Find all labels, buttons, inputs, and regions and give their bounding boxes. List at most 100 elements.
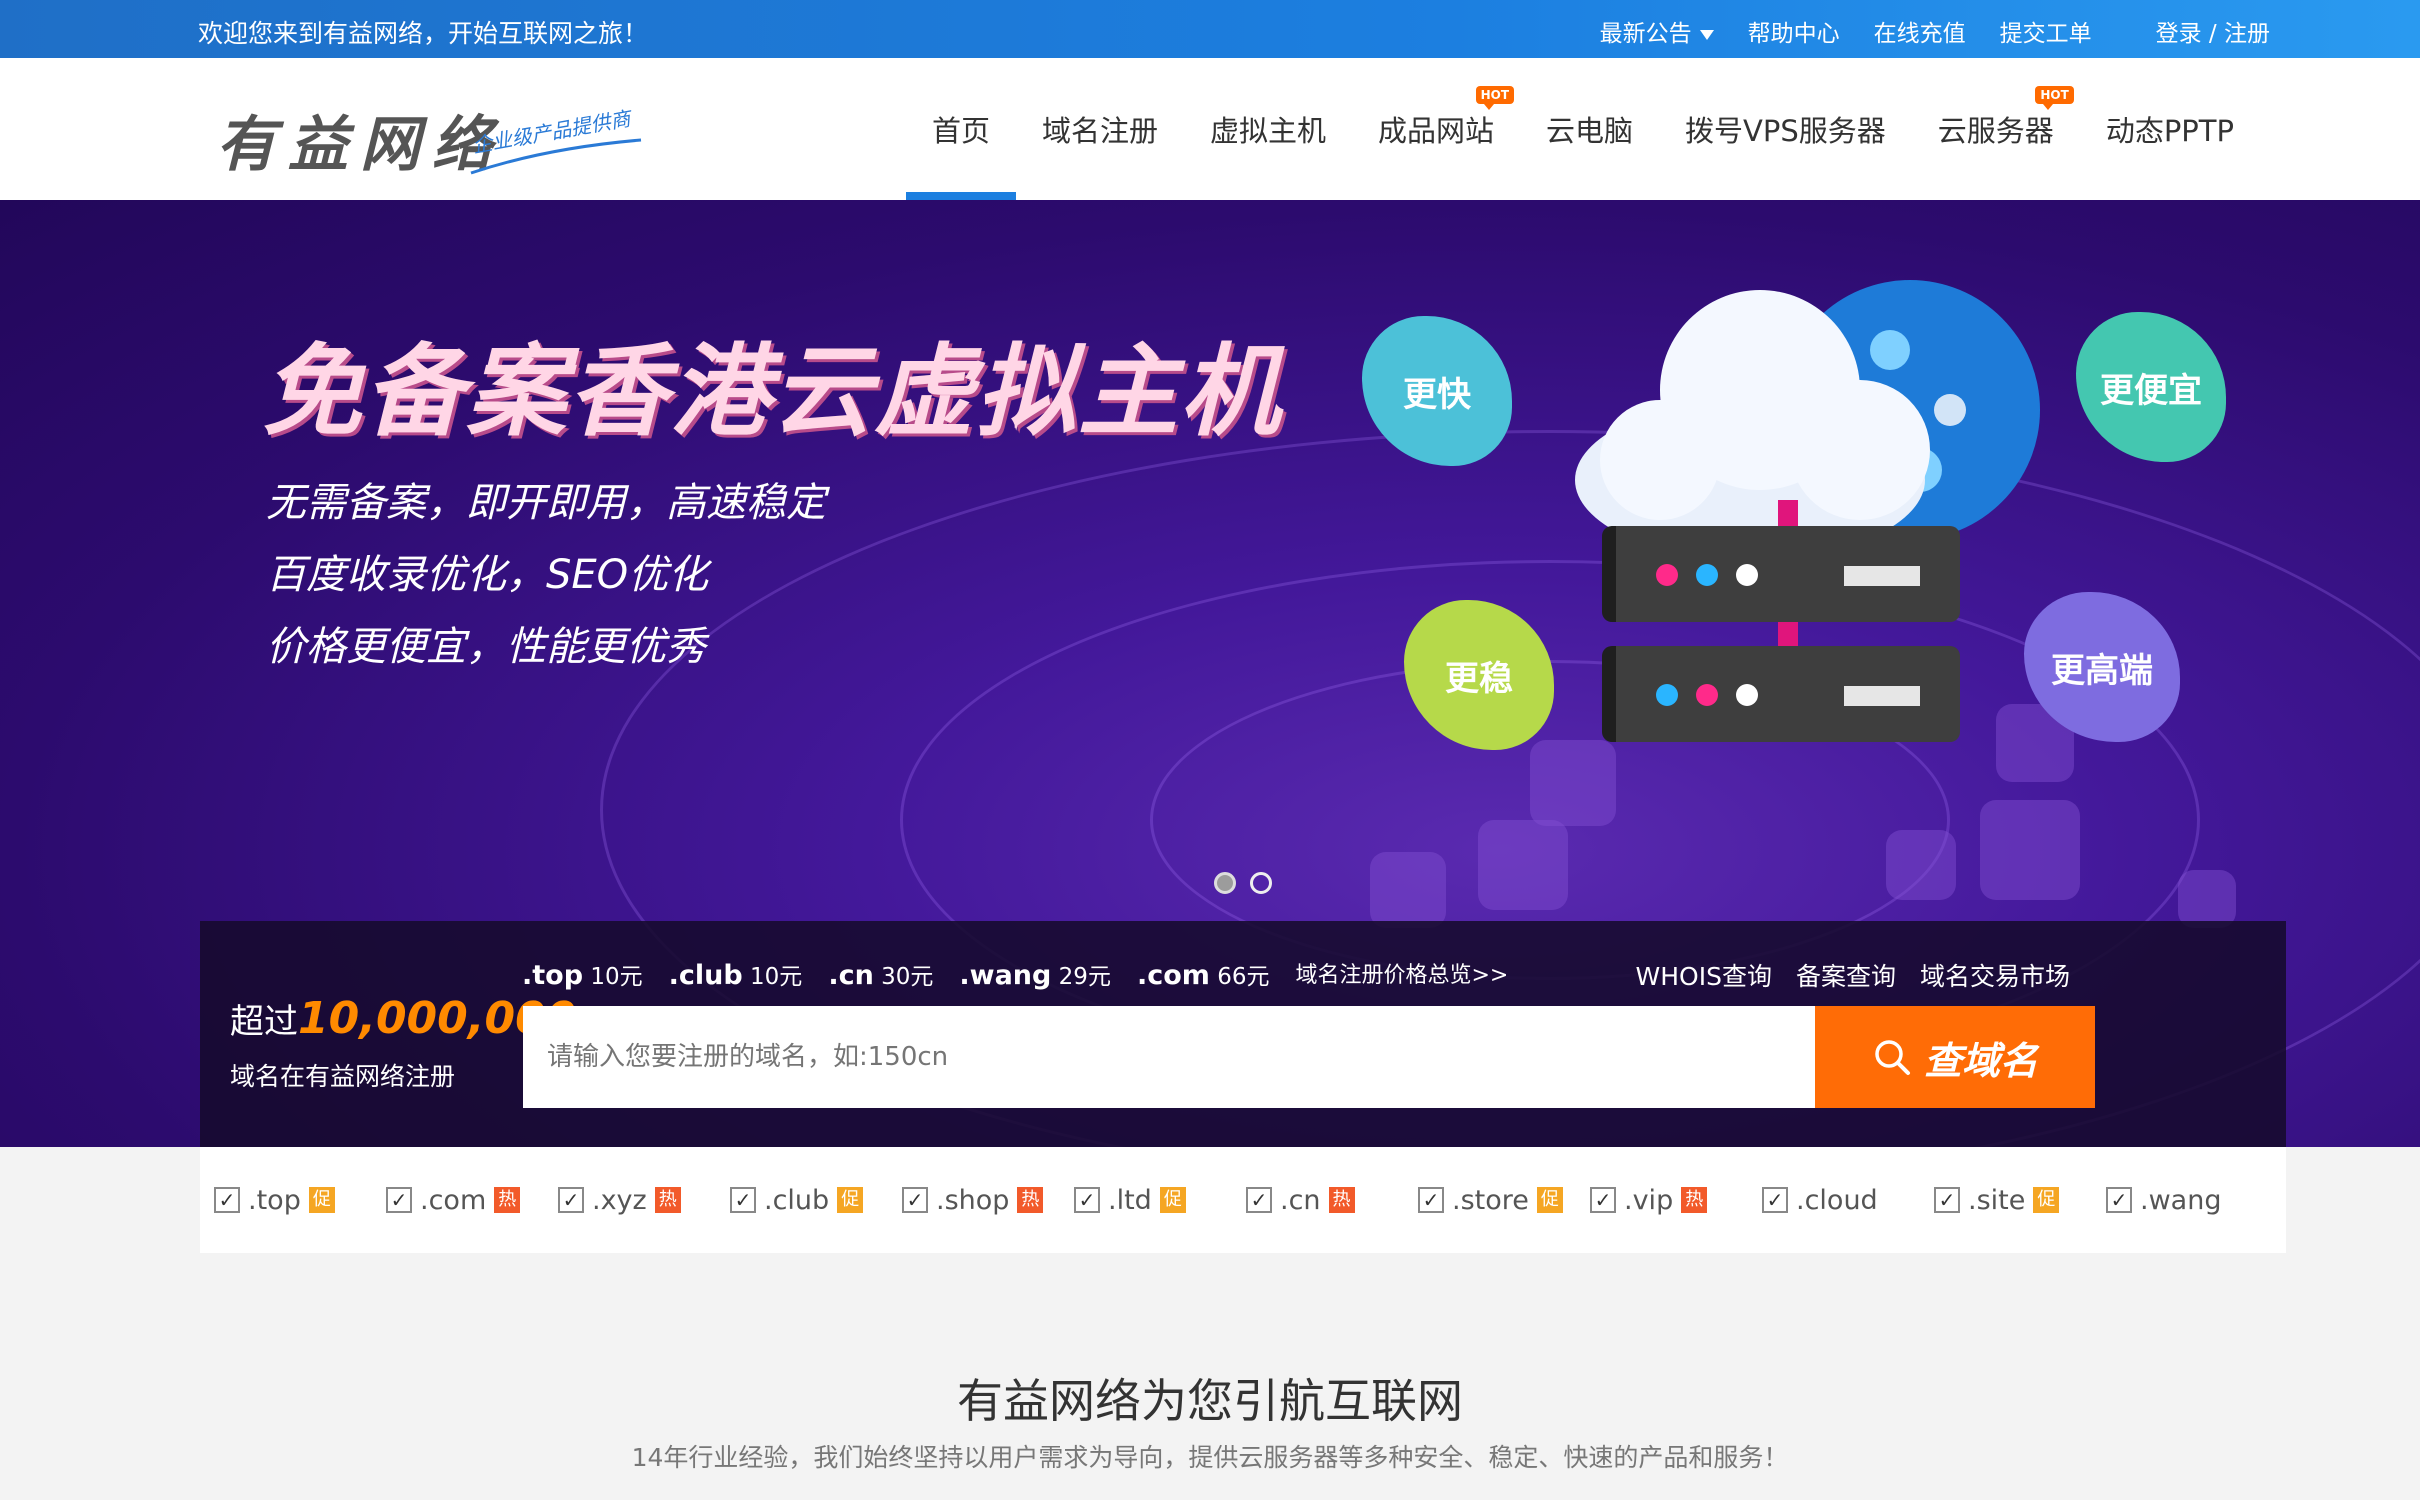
checkbox-checked-icon[interactable]: ✓ (2106, 1187, 2132, 1213)
checkbox-checked-icon[interactable]: ✓ (1934, 1187, 1960, 1213)
domain-prices: .top 10元 .club 10元 .cn 30元 .wang 29元 .co… (522, 957, 1508, 991)
whois-link[interactable]: WHOIS查询 (1636, 957, 1772, 993)
deco-square (1886, 830, 1956, 900)
main-nav: 首页 域名注册 虚拟主机 成品网站 HOT 云电脑 拨号VPS服务器 云服务器 HO… (905, 58, 2260, 200)
nav-hosting[interactable]: 虚拟主机 (1184, 58, 1352, 200)
led-icon (1656, 564, 1678, 586)
checkbox-checked-icon[interactable]: ✓ (1590, 1187, 1616, 1213)
carousel-dot-2[interactable] (1250, 872, 1272, 894)
suffix-top[interactable]: ✓ .top 促 (200, 1185, 372, 1216)
domain-search-input[interactable] (523, 1006, 1815, 1108)
nav-home[interactable]: 首页 (905, 58, 1017, 200)
banner-line: 百度收录优化，SEO优化 (266, 552, 709, 598)
nav-websites[interactable]: 成品网站 HOT (1352, 58, 1520, 200)
section-title: 有益网络为您引航互联网 (957, 1374, 1463, 1428)
suffix-wang[interactable]: ✓ .wang (2092, 1185, 2264, 1216)
section-subtitle: 14年行业经验，我们始终坚持以用户需求为导向，提供云服务器等多种安全、稳定、快速… (631, 1443, 1789, 1472)
suffix-cn[interactable]: ✓ .cn 热 (1232, 1185, 1404, 1216)
checkbox-checked-icon[interactable]: ✓ (214, 1187, 240, 1213)
checkbox-checked-icon[interactable]: ✓ (1074, 1187, 1100, 1213)
banner-headline: 免备案香港云虚拟主机 (262, 333, 1282, 450)
top-bar: 欢迎您来到有益网络，开始互联网之旅！ 最新公告 帮助中心 在线充值 提交工单 登… (0, 0, 2420, 58)
promo-tag: 促 (2033, 1187, 2060, 1213)
hot-tag: 热 (1328, 1187, 1355, 1213)
led-icon (1656, 684, 1678, 706)
hot-badge: HOT (2035, 86, 2074, 110)
hot-badge: HOT (1475, 86, 1515, 110)
nav-cloud-pc[interactable]: 云电脑 (1520, 58, 1659, 200)
hot-tag: 热 (494, 1187, 521, 1213)
login-register-link[interactable]: 登录 / 注册 (2156, 14, 2270, 48)
deco-square (1530, 740, 1616, 826)
suffix-club[interactable]: ✓ .club 促 (716, 1185, 888, 1216)
led-icon (1736, 684, 1758, 706)
checkbox-checked-icon[interactable]: ✓ (902, 1187, 928, 1213)
recharge-link[interactable]: 在线充值 (1874, 14, 1966, 48)
submit-ticket-link[interactable]: 提交工单 (2000, 14, 2092, 48)
carousel-dot-1[interactable] (1214, 872, 1236, 894)
server-rack-icon (1602, 646, 1960, 742)
search-icon (1875, 1040, 1910, 1075)
price-cn[interactable]: .cn 30元 (828, 957, 933, 991)
suffix-cloud[interactable]: ✓ .cloud (1748, 1185, 1920, 1216)
suffix-options: ✓ .top 促 ✓ .com 热 ✓ .xyz 热 ✓ .club 促 ✓ .shop 热 ✓ .l… (200, 1147, 2286, 1253)
hot-tag: 热 (1017, 1187, 1044, 1213)
server-connector (1778, 622, 1798, 648)
header: 有益网络 企业级产品提供商 首页 域名注册 虚拟主机 成品网站 HOT 云电脑 拨… (0, 58, 2420, 200)
price-overview-link[interactable]: 域名注册价格总览>> (1296, 957, 1509, 991)
suffix-com[interactable]: ✓ .com 热 (372, 1185, 544, 1216)
suffix-ltd[interactable]: ✓ .ltd 促 (1060, 1185, 1232, 1216)
server-rack-icon (1602, 526, 1960, 622)
nav-domain[interactable]: 域名注册 (1016, 58, 1184, 200)
led-icon (1736, 564, 1758, 586)
logo-main-text: 有益网络 (216, 110, 504, 180)
hot-tag: 热 (1681, 1187, 1708, 1213)
search-domain-button[interactable]: 查域名 (1815, 1006, 2095, 1108)
price-club[interactable]: .club 10元 (669, 957, 803, 991)
bubble-cheaper: 更便宜 (2076, 312, 2226, 462)
suffix-site[interactable]: ✓ .site 促 (1920, 1185, 2092, 1216)
promo-tag: 促 (837, 1187, 864, 1213)
checkbox-checked-icon[interactable]: ✓ (558, 1187, 584, 1213)
caret-down-icon (1699, 29, 1714, 40)
carousel-dots (1214, 872, 1272, 894)
domain-search-panel: 超过10,000,000 域名在有益网络注册 .top 10元 .club 10… (200, 921, 2286, 1147)
checkbox-checked-icon[interactable]: ✓ (1762, 1187, 1788, 1213)
price-com[interactable]: .com 66元 (1137, 957, 1270, 991)
promo-tag: 促 (1536, 1187, 1563, 1213)
led-icon (1696, 684, 1718, 706)
deco-square (1370, 852, 1446, 928)
help-center-link[interactable]: 帮助中心 (1748, 14, 1840, 48)
welcome-text: 欢迎您来到有益网络，开始互联网之旅！ (198, 19, 649, 48)
nav-cloud-server[interactable]: 云服务器 HOT (1912, 58, 2080, 200)
announcements-link[interactable]: 最新公告 (1600, 14, 1714, 48)
checkbox-checked-icon[interactable]: ✓ (386, 1187, 412, 1213)
suffix-shop[interactable]: ✓ .shop 热 (888, 1185, 1060, 1216)
deco-square (1478, 820, 1568, 910)
checkbox-checked-icon[interactable]: ✓ (1246, 1187, 1272, 1213)
nav-pptp[interactable]: 动态PPTP (2080, 58, 2260, 200)
led-icon (1696, 564, 1718, 586)
promo-tag: 促 (1159, 1187, 1186, 1213)
deco-square (1980, 800, 2080, 900)
checkbox-checked-icon[interactable]: ✓ (730, 1187, 756, 1213)
nav-vps[interactable]: 拨号VPS服务器 (1659, 58, 1912, 200)
beian-link[interactable]: 备案查询 (1796, 957, 1896, 993)
quick-links: WHOIS查询 备案查询 域名交易市场 (1636, 957, 2070, 993)
banner-line: 价格更便宜，性能更优秀 (266, 624, 706, 670)
hot-tag: 热 (654, 1187, 681, 1213)
checkbox-checked-icon[interactable]: ✓ (1418, 1187, 1444, 1213)
top-links: 最新公告 帮助中心 在线充值 提交工单 登录 / 注册 (1600, 14, 2270, 48)
suffix-store[interactable]: ✓ .store 促 (1404, 1185, 1576, 1216)
suffix-xyz[interactable]: ✓ .xyz 热 (544, 1185, 716, 1216)
price-wang[interactable]: .wang 29元 (959, 957, 1111, 991)
promo-tag: 促 (308, 1187, 335, 1213)
logo[interactable]: 有益网络 企业级产品提供商 (216, 88, 656, 180)
logo-swoosh-icon (470, 138, 642, 175)
deco-square (2178, 870, 2236, 928)
suffix-vip[interactable]: ✓ .vip 热 (1576, 1185, 1748, 1216)
domain-market-link[interactable]: 域名交易市场 (1920, 957, 2070, 993)
drive-slot (1844, 566, 1920, 586)
price-top[interactable]: .top 10元 (522, 957, 643, 991)
cloud-icon (1575, 280, 2040, 560)
